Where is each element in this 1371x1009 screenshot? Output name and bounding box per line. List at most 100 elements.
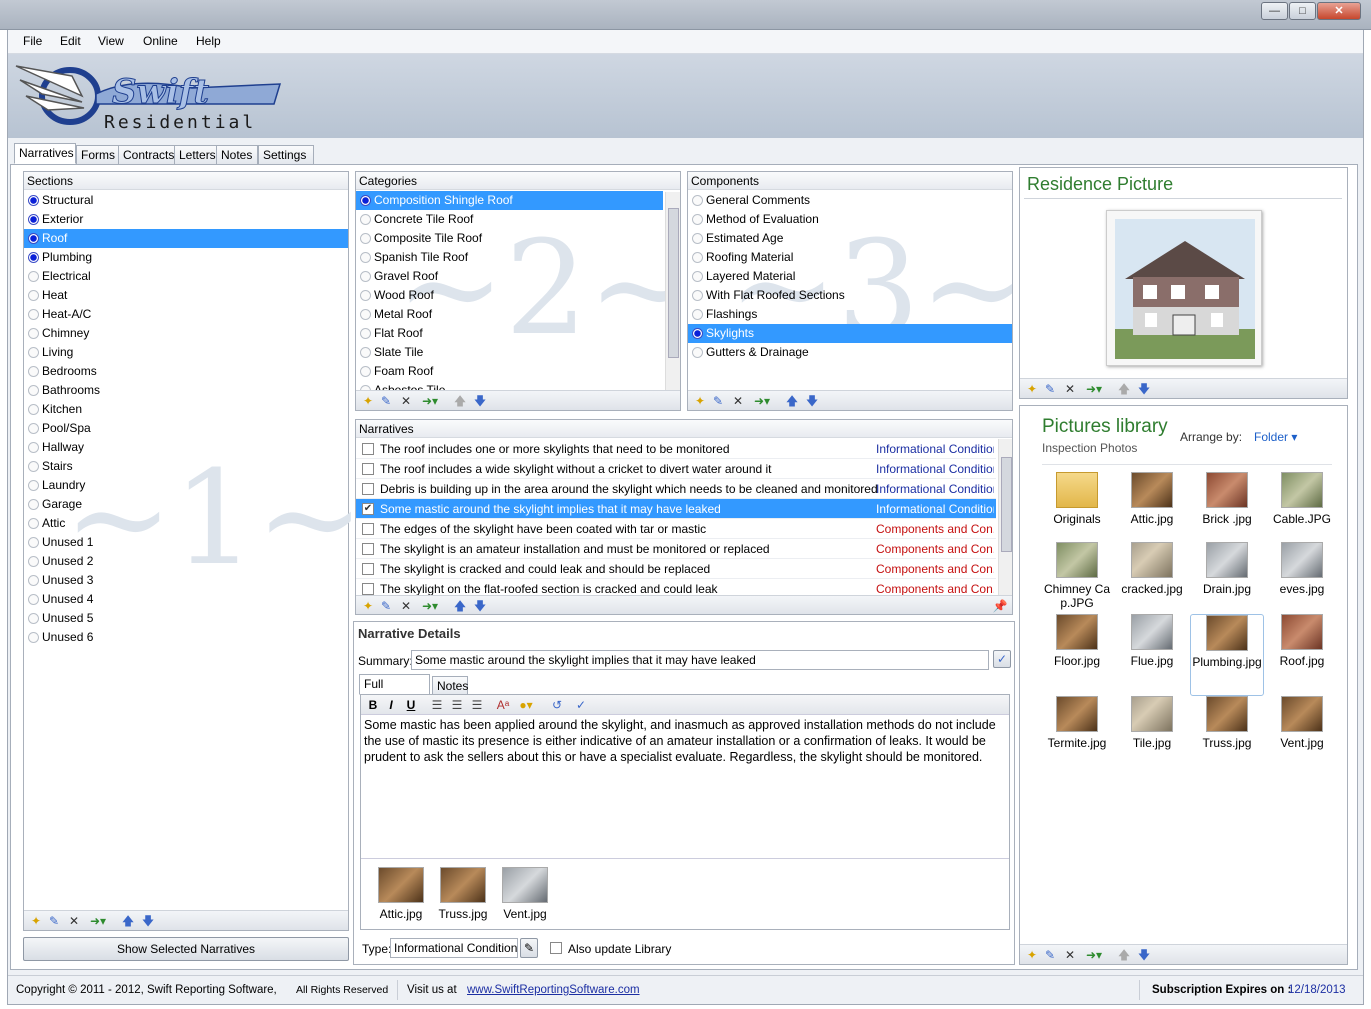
scroll-thumb[interactable] (1001, 457, 1012, 552)
radio-icon[interactable] (360, 366, 371, 377)
maximize-button[interactable]: □ (1289, 2, 1316, 20)
radio-icon[interactable] (28, 518, 39, 529)
radio-icon[interactable] (28, 347, 39, 358)
components-item[interactable]: General Comments (688, 191, 1012, 210)
narrative-checkbox[interactable] (362, 443, 374, 455)
move-down-icon[interactable]: 🡇 (1136, 948, 1152, 962)
sections-item[interactable]: Attic (24, 514, 348, 533)
sections-item[interactable]: Bedrooms (24, 362, 348, 381)
move-icon[interactable]: ➜▾ (750, 394, 774, 408)
categories-item[interactable]: Slate Tile (356, 343, 663, 362)
components-item[interactable]: Roofing Material (688, 248, 1012, 267)
radio-icon[interactable] (28, 195, 39, 206)
arrange-dropdown[interactable]: Folder ▾ (1254, 430, 1297, 444)
delete-icon[interactable]: ✕ (398, 394, 414, 408)
new-icon[interactable]: ✦ (692, 394, 708, 408)
radio-icon[interactable] (360, 233, 371, 244)
delete-icon[interactable]: ✕ (730, 394, 746, 408)
tab-details-notes[interactable]: Notes (432, 676, 468, 696)
delete-icon[interactable]: ✕ (398, 599, 414, 613)
color-icon[interactable]: ●▾ (515, 698, 537, 712)
move-icon[interactable]: ➜▾ (86, 914, 110, 928)
tab-contracts[interactable]: Contracts (118, 145, 175, 165)
tab-letters[interactable]: Letters (174, 145, 217, 165)
components-item[interactable]: Method of Evaluation (688, 210, 1012, 229)
move-down-icon[interactable]: 🡇 (804, 394, 820, 408)
components-item[interactable]: Estimated Age (688, 229, 1012, 248)
radio-icon[interactable] (28, 290, 39, 301)
tab-settings[interactable]: Settings (258, 145, 314, 165)
sections-item[interactable]: Roof (24, 229, 348, 248)
library-photo[interactable]: eves.jpg (1265, 542, 1339, 618)
narrative-checkbox[interactable] (362, 483, 374, 495)
radio-icon[interactable] (28, 632, 39, 643)
radio-icon[interactable] (28, 442, 39, 453)
new-icon[interactable]: ✦ (1024, 948, 1040, 962)
sections-item[interactable]: Unused 4 (24, 590, 348, 609)
radio-icon[interactable] (28, 328, 39, 339)
menu-online[interactable]: Online (143, 34, 178, 48)
narrative-row[interactable]: The skylight on the flat-roofed section … (356, 579, 996, 595)
radio-icon[interactable] (360, 309, 371, 320)
categories-item[interactable]: Flat Roof (356, 324, 663, 343)
narrative-row[interactable]: The skylight is an amateur installation … (356, 539, 996, 559)
library-photo[interactable]: Termite.jpg (1040, 696, 1114, 772)
sections-item[interactable]: Plumbing (24, 248, 348, 267)
components-item[interactable]: Flashings (688, 305, 1012, 324)
summary-field[interactable]: Some mastic around the skylight implies … (411, 650, 989, 670)
radio-icon[interactable] (28, 537, 39, 548)
website-link[interactable]: www.SwiftReportingSoftware.com (467, 984, 640, 996)
radio-icon[interactable] (28, 499, 39, 510)
narrative-row[interactable]: The edges of the skylight have been coat… (356, 519, 996, 539)
sections-item[interactable]: Heat-A/C (24, 305, 348, 324)
narrative-checkbox[interactable]: ✔ (362, 503, 374, 515)
library-photo[interactable]: Plumbing.jpg (1190, 614, 1264, 696)
delete-icon[interactable]: ✕ (1062, 382, 1078, 396)
radio-icon[interactable] (692, 195, 703, 206)
pin-icon[interactable]: 📌 (992, 599, 1008, 613)
sections-item[interactable]: Unused 5 (24, 609, 348, 628)
radio-icon[interactable] (360, 214, 371, 225)
move-icon[interactable]: ➜▾ (418, 599, 442, 613)
new-icon[interactable]: ✦ (360, 394, 376, 408)
sections-item[interactable]: Hallway (24, 438, 348, 457)
library-photo[interactable]: Truss.jpg (1190, 696, 1264, 772)
components-item[interactable]: With Flat Roofed Sections (688, 286, 1012, 305)
narratives-scrollbar[interactable] (998, 439, 1012, 595)
move-down-icon[interactable]: 🡇 (140, 914, 156, 928)
close-button[interactable]: ✕ (1317, 2, 1361, 20)
sections-item[interactable]: Laundry (24, 476, 348, 495)
sections-item[interactable]: Bathrooms (24, 381, 348, 400)
radio-icon[interactable] (28, 480, 39, 491)
move-up-icon[interactable]: 🡅 (784, 394, 800, 408)
tab-full-narrative[interactable]: Full Narrative (359, 674, 430, 709)
library-photo[interactable]: Cable.JPG (1265, 472, 1339, 548)
underline-icon[interactable]: U (403, 698, 419, 712)
undo-icon[interactable]: ↺ (549, 698, 565, 712)
tab-narratives[interactable]: Narratives (14, 143, 76, 164)
radio-icon[interactable] (692, 309, 703, 320)
radio-icon[interactable] (360, 252, 371, 263)
move-down-icon[interactable]: 🡇 (472, 394, 488, 408)
show-selected-narratives-button[interactable]: Show Selected Narratives (23, 937, 349, 961)
edit-icon[interactable]: ✎ (46, 914, 62, 928)
radio-icon[interactable] (360, 195, 371, 206)
library-photo[interactable]: Floor.jpg (1040, 614, 1114, 690)
sections-item[interactable]: Stairs (24, 457, 348, 476)
menu-help[interactable]: Help (196, 34, 221, 48)
narrative-row[interactable]: Debris is building up in the area around… (356, 479, 996, 499)
attached-photo[interactable]: Truss.jpg (433, 867, 493, 943)
sections-item[interactable]: Unused 3 (24, 571, 348, 590)
radio-icon[interactable] (28, 233, 39, 244)
new-icon[interactable]: ✦ (1024, 382, 1040, 396)
move-up-icon[interactable]: 🡅 (1116, 948, 1132, 962)
radio-icon[interactable] (28, 613, 39, 624)
radio-icon[interactable] (360, 347, 371, 358)
categories-scrollbar[interactable] (665, 192, 680, 390)
library-photo[interactable]: cracked.jpg (1115, 542, 1189, 618)
edit-icon[interactable]: ✎ (378, 599, 394, 613)
categories-item[interactable]: Gravel Roof (356, 267, 663, 286)
radio-icon[interactable] (28, 461, 39, 472)
tab-notes[interactable]: Notes (216, 145, 258, 165)
edit-type-icon[interactable]: ✎ (520, 938, 538, 958)
